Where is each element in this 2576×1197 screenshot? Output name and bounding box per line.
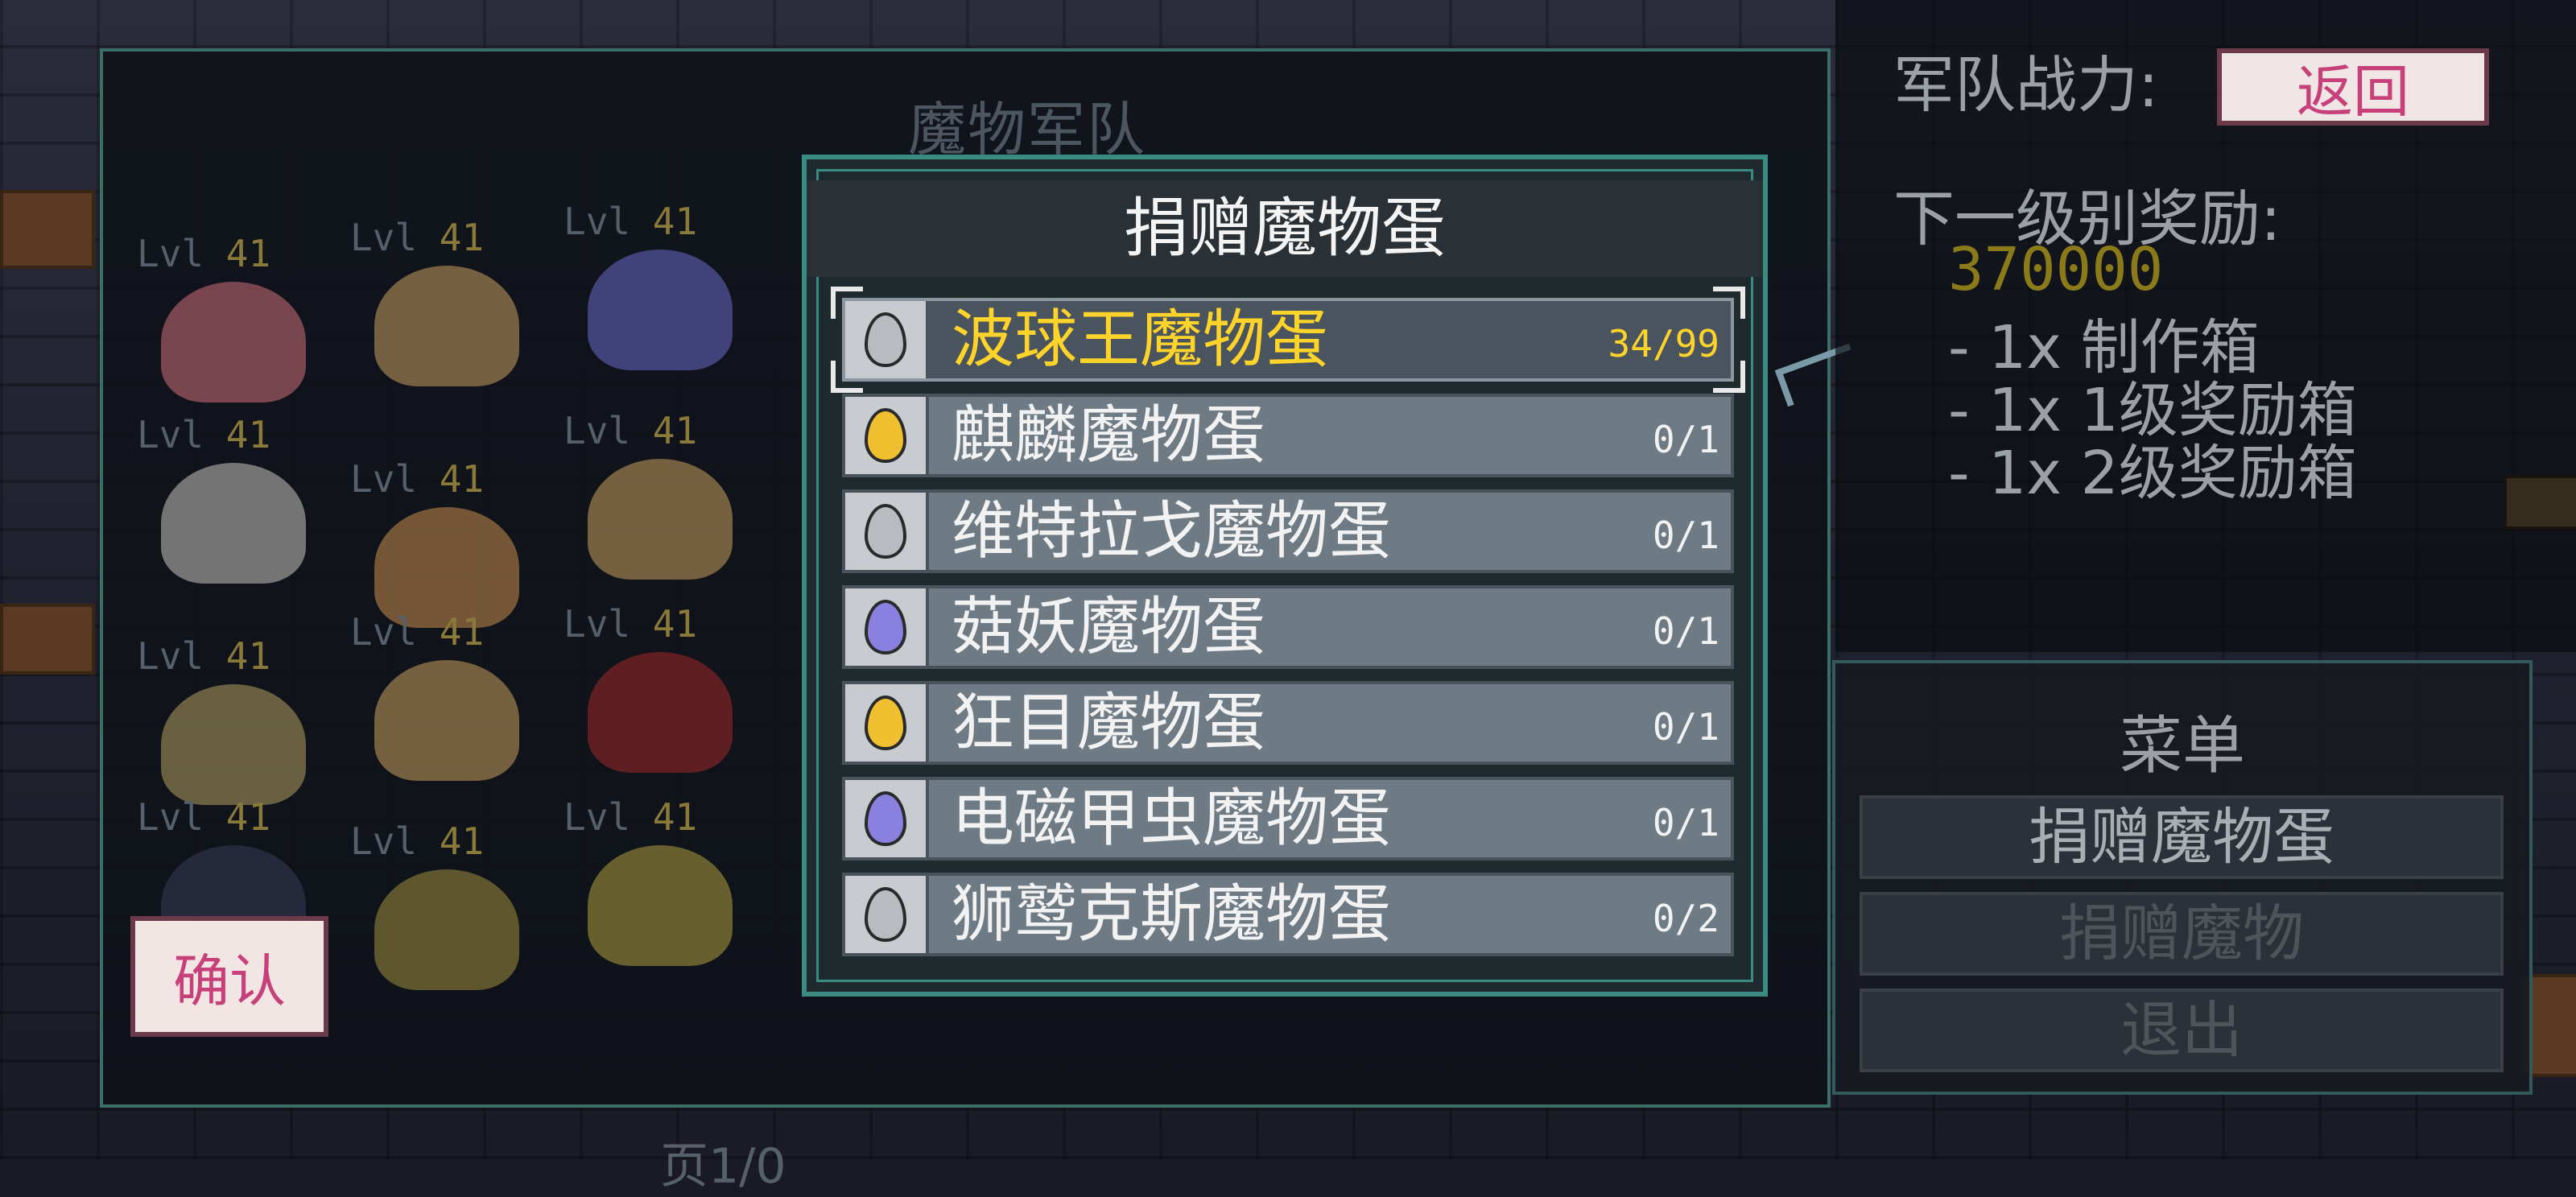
unit-level-prefix: Lvl bbox=[137, 413, 204, 456]
unit-level: 41 bbox=[652, 795, 698, 839]
monster-sprite bbox=[588, 250, 733, 370]
unit-level: 41 bbox=[439, 610, 485, 654]
unit-level: 41 bbox=[652, 200, 698, 243]
egg-count: 0/1 bbox=[1652, 514, 1719, 557]
wall-brick bbox=[0, 604, 95, 675]
egg-icon-box bbox=[845, 493, 929, 570]
unit-level-prefix: Lvl bbox=[564, 409, 631, 452]
egg-count: 34/99 bbox=[1608, 322, 1719, 365]
egg-row[interactable]: 菇妖魔物蛋 0/1 bbox=[842, 585, 1734, 669]
army-unit[interactable]: Lvl 41 bbox=[137, 232, 330, 435]
egg-count: 0/1 bbox=[1652, 801, 1719, 844]
unit-level-prefix: Lvl bbox=[564, 795, 631, 839]
egg-icon bbox=[865, 408, 906, 463]
egg-icon bbox=[865, 600, 906, 654]
egg-name: 电磁甲虫魔物蛋 bbox=[952, 782, 1392, 855]
unit-level: 41 bbox=[652, 409, 698, 452]
unit-level-prefix: Lvl bbox=[564, 602, 631, 646]
unit-level: 41 bbox=[225, 634, 271, 678]
unit-level: 41 bbox=[225, 413, 271, 456]
unit-level: 41 bbox=[439, 216, 485, 259]
back-button[interactable]: 返回 bbox=[2217, 48, 2489, 126]
army-unit[interactable]: Lvl 41 bbox=[564, 409, 757, 612]
unit-level-prefix: Lvl bbox=[350, 610, 418, 654]
monster-sprite bbox=[374, 869, 519, 990]
unit-level-prefix: Lvl bbox=[350, 457, 418, 501]
egg-name: 狮鹫克斯魔物蛋 bbox=[952, 878, 1392, 951]
egg-name: 菇妖魔物蛋 bbox=[952, 591, 1266, 663]
egg-count: 0/1 bbox=[1652, 418, 1719, 461]
army-unit[interactable]: Lvl 41 bbox=[350, 819, 543, 1022]
egg-row[interactable]: 维特拉戈魔物蛋 0/1 bbox=[842, 489, 1734, 573]
egg-icon bbox=[865, 887, 906, 942]
egg-icon-box bbox=[845, 876, 929, 953]
unit-level: 41 bbox=[439, 457, 485, 501]
monster-sprite bbox=[374, 266, 519, 386]
monster-sprite bbox=[374, 660, 519, 781]
egg-icon-box bbox=[845, 588, 929, 666]
egg-name: 维特拉戈魔物蛋 bbox=[952, 495, 1392, 568]
egg-icon bbox=[865, 695, 906, 750]
unit-level-prefix: Lvl bbox=[137, 634, 204, 678]
army-unit[interactable]: Lvl 41 bbox=[564, 200, 757, 402]
wall-brick bbox=[0, 190, 95, 269]
egg-icon bbox=[865, 791, 906, 846]
donate-egg-dialog: 捐赠魔物蛋 波球王魔物蛋 34/99 麒麟魔物蛋 0/1 维特拉戈魔物蛋 0/1… bbox=[802, 155, 1768, 997]
dialog-title: 捐赠魔物蛋 bbox=[807, 180, 1763, 277]
egg-name: 波球王魔物蛋 bbox=[952, 303, 1329, 376]
menu-donate-monsters-button[interactable]: 捐赠魔物 bbox=[1860, 892, 2504, 976]
page-indicator: 页1/0 bbox=[660, 1138, 786, 1195]
egg-row[interactable]: 麒麟魔物蛋 0/1 bbox=[842, 394, 1734, 477]
egg-count: 0/1 bbox=[1652, 609, 1719, 653]
army-unit[interactable]: Lvl 41 bbox=[350, 610, 543, 813]
selection-corner-icon bbox=[831, 287, 863, 319]
monster-sprite bbox=[588, 459, 733, 580]
unit-level-prefix: Lvl bbox=[350, 216, 418, 259]
army-unit[interactable]: Lvl 41 bbox=[137, 413, 330, 616]
egg-icon-box bbox=[845, 780, 929, 857]
egg-count: 0/1 bbox=[1652, 705, 1719, 749]
unit-level-prefix: Lvl bbox=[137, 232, 204, 275]
egg-icon-box bbox=[845, 397, 929, 474]
unit-level-prefix: Lvl bbox=[137, 795, 204, 839]
reward-threshold-value: 370000 bbox=[1948, 235, 2164, 304]
menu-exit-button[interactable]: 退出 bbox=[1860, 989, 2504, 1072]
menu-donate-eggs-button[interactable]: 捐赠魔物蛋 bbox=[1860, 795, 2504, 879]
army-unit[interactable]: Lvl 41 bbox=[564, 795, 757, 998]
unit-level-prefix: Lvl bbox=[350, 819, 418, 863]
unit-level: 41 bbox=[652, 602, 698, 646]
egg-name: 狂目魔物蛋 bbox=[952, 687, 1266, 759]
army-unit[interactable]: Lvl 41 bbox=[564, 602, 757, 805]
egg-row-selected[interactable]: 波球王魔物蛋 34/99 bbox=[831, 287, 1745, 393]
selection-corner-icon bbox=[1713, 361, 1745, 393]
egg-name: 麒麟魔物蛋 bbox=[952, 399, 1266, 472]
monster-sprite bbox=[161, 463, 306, 584]
selection-corner-icon bbox=[831, 361, 863, 393]
reward-item: - 1x 2级奖励箱 bbox=[1948, 439, 2357, 508]
egg-icon-box bbox=[845, 684, 929, 762]
army-unit[interactable]: Lvl 41 bbox=[350, 216, 543, 419]
menu-title: 菜单 bbox=[2119, 710, 2245, 782]
egg-row[interactable]: 电磁甲虫魔物蛋 0/1 bbox=[842, 777, 1734, 861]
unit-level-prefix: Lvl bbox=[564, 200, 631, 243]
monster-sprite bbox=[161, 684, 306, 805]
army-power-label: 军队战力: bbox=[1893, 49, 2159, 121]
unit-level: 41 bbox=[225, 232, 271, 275]
unit-level: 41 bbox=[225, 795, 271, 839]
selection-corner-icon bbox=[1713, 287, 1745, 319]
unit-level: 41 bbox=[439, 819, 485, 863]
egg-icon bbox=[865, 504, 906, 559]
egg-row[interactable]: 狂目魔物蛋 0/1 bbox=[842, 681, 1734, 765]
confirm-button[interactable]: 确认 bbox=[130, 916, 328, 1037]
monster-sprite bbox=[161, 282, 306, 402]
egg-icon bbox=[865, 312, 906, 367]
monster-sprite bbox=[588, 652, 733, 773]
egg-list: 波球王魔物蛋 34/99 麒麟魔物蛋 0/1 维特拉戈魔物蛋 0/1 菇妖魔物蛋… bbox=[831, 287, 1745, 968]
menu-panel: 菜单 捐赠魔物蛋 捐赠魔物 退出 bbox=[1832, 660, 2533, 1095]
egg-count: 0/2 bbox=[1652, 897, 1719, 940]
egg-row[interactable]: 狮鹫克斯魔物蛋 0/2 bbox=[842, 873, 1734, 956]
monster-sprite bbox=[588, 845, 733, 966]
